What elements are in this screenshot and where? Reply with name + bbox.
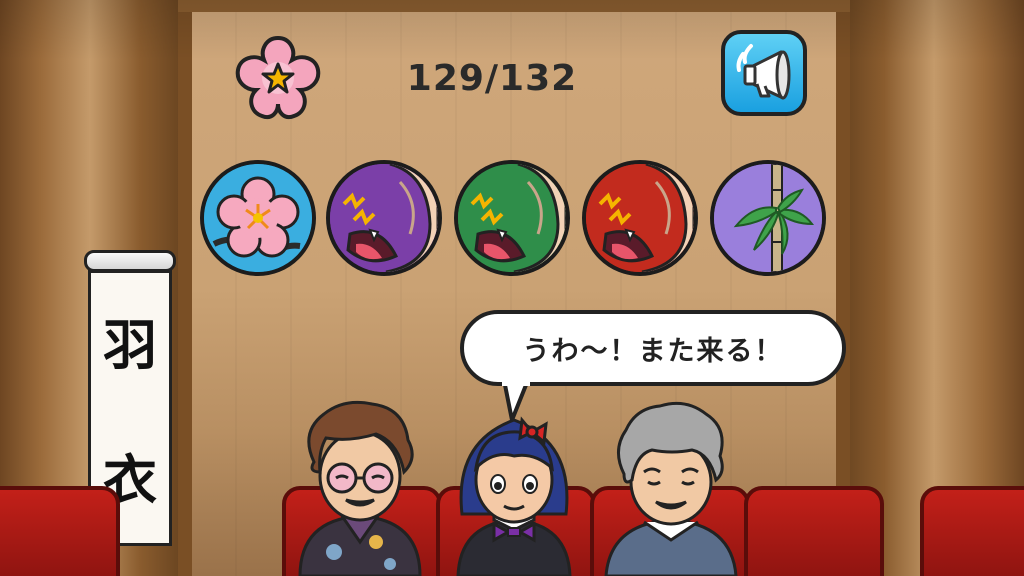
scroll-roller <box>84 250 176 272</box>
speech-bubble: うわ〜！また来る！ <box>460 310 846 386</box>
progress-counter: 129/132 <box>406 58 578 99</box>
megaphone-icon <box>736 44 791 100</box>
red-monster-mouth-icon <box>586 164 694 272</box>
item-purple-monster[interactable] <box>326 160 442 276</box>
bamboo-icon <box>714 164 822 272</box>
star-flower-icon <box>235 35 321 119</box>
purple-monster-mouth-icon <box>330 164 438 272</box>
scroll-char-1: 羽 <box>103 313 157 377</box>
left-character <box>298 400 422 576</box>
green-monster-mouth-icon <box>458 164 566 272</box>
item-plum-blossom[interactable] <box>200 160 316 276</box>
item-green-monster[interactable] <box>454 160 570 276</box>
sound-button[interactable] <box>721 30 807 116</box>
middle-character <box>456 416 572 576</box>
game-stage: 129/132 羽 衣 うわ〜！また来る！ <box>0 0 1024 576</box>
item-bamboo[interactable] <box>710 160 826 276</box>
dialogue-text: うわ〜！また来る！ <box>522 335 784 367</box>
right-character <box>604 401 738 576</box>
plum-blossom-icon <box>204 164 312 272</box>
star-flower-button[interactable] <box>232 32 324 124</box>
item-red-monster[interactable] <box>582 160 698 276</box>
